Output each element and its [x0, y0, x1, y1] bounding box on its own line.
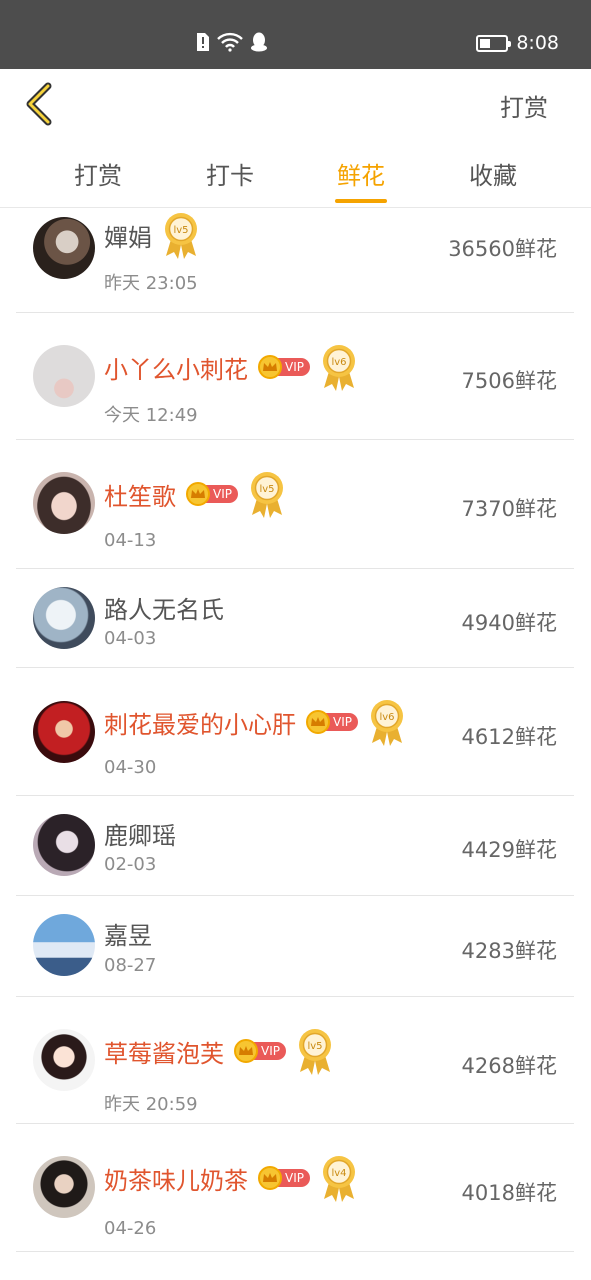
- status-bar: 8:08: [0, 0, 591, 69]
- flower-count: 7506鲜花: [461, 369, 557, 393]
- list-item[interactable]: 奶茶味儿奶茶 VIP lv4 04-26 4018鲜花: [16, 1124, 574, 1252]
- back-button[interactable]: [22, 81, 58, 127]
- level-medal-icon: lv4: [322, 1156, 355, 1202]
- time-text: 04-30: [104, 757, 157, 778]
- crown-icon: [234, 1039, 258, 1063]
- vip-badge: VIP: [258, 355, 310, 379]
- vip-badge: VIP: [234, 1039, 286, 1063]
- list-item[interactable]: 杜笙歌 VIP lv5 04-13 7370鲜花: [16, 440, 574, 569]
- time-text: 04-13: [104, 530, 157, 551]
- user-name: 刺花最爱的小心肝: [104, 710, 296, 739]
- avatar: [33, 345, 95, 407]
- tab-bar: 打赏 打卡 鲜花 收藏: [0, 141, 591, 208]
- user-name: 路人无名氏: [104, 596, 224, 624]
- time-text: 08-27: [104, 955, 157, 976]
- level-text: lv6: [379, 712, 394, 723]
- level-medal-icon: lv6: [322, 345, 355, 391]
- list-item[interactable]: 路人无名氏 04-03 4940鲜花: [16, 569, 574, 668]
- user-name: 奶茶味儿奶茶: [104, 1166, 248, 1195]
- level-text: lv6: [331, 357, 346, 368]
- level-text: lv5: [259, 484, 274, 495]
- avatar: [33, 217, 95, 279]
- wifi-icon: [217, 32, 243, 52]
- time-text: 今天 12:49: [104, 405, 198, 426]
- vip-badge: VIP: [306, 710, 358, 734]
- level-text: lv5: [173, 225, 188, 236]
- time-text: 昨天 23:05: [104, 273, 198, 294]
- avatar: [33, 587, 95, 649]
- level-medal-icon: lv6: [370, 700, 403, 746]
- flower-count: 4268鲜花: [461, 1054, 557, 1078]
- user-name: 小丫么小刺花: [104, 355, 248, 384]
- vip-badge: VIP: [186, 482, 238, 506]
- level-medal-icon: lv5: [250, 472, 283, 518]
- tab-checkin[interactable]: 打卡: [185, 156, 275, 191]
- qq-penguin-icon: [251, 32, 267, 52]
- time-text: 04-26: [104, 1218, 157, 1239]
- avatar: [33, 1156, 95, 1218]
- flower-count: 7370鲜花: [461, 497, 557, 521]
- list-item[interactable]: 鹿卿瑶 02-03 4429鲜花: [16, 796, 574, 896]
- reward-button[interactable]: 打赏: [500, 88, 548, 123]
- flower-count: 4018鲜花: [461, 1181, 557, 1205]
- nav-bar: 打赏: [0, 69, 591, 141]
- level-medal-icon: lv5: [165, 213, 197, 259]
- list-item[interactable]: 嬋娟 lv5 昨天 23:05 36560鲜花: [16, 202, 574, 313]
- crown-icon: [258, 355, 282, 379]
- status-right: 8:08: [476, 32, 559, 54]
- crown-icon: [306, 710, 330, 734]
- chevron-left-icon: [26, 82, 52, 126]
- avatar: [33, 814, 95, 876]
- list-item[interactable]: 刺花最爱的小心肝 VIP lv6 04-30 4612鲜花: [16, 668, 574, 796]
- vip-badge: VIP: [258, 1166, 310, 1190]
- level-text: lv4: [331, 1168, 346, 1179]
- tab-reward[interactable]: 打赏: [53, 156, 143, 191]
- user-name: 嘉昱: [104, 922, 152, 950]
- level-text: lv5: [307, 1041, 322, 1052]
- flower-count: 4283鲜花: [461, 939, 557, 963]
- avatar: [33, 472, 95, 534]
- user-name: 嬋娟: [104, 223, 152, 252]
- user-name: 草莓酱泡芙: [104, 1039, 224, 1068]
- battery-icon: [476, 34, 512, 52]
- tab-flowers[interactable]: 鲜花: [316, 156, 406, 191]
- flower-count: 4940鲜花: [461, 611, 557, 635]
- status-time: 8:08: [516, 32, 559, 54]
- time-text: 昨天 20:59: [104, 1094, 198, 1115]
- crown-icon: [186, 482, 210, 506]
- avatar: [33, 1029, 95, 1091]
- level-medal-icon: lv5: [298, 1029, 331, 1075]
- user-name: 鹿卿瑶: [104, 822, 176, 850]
- status-icons: [196, 32, 268, 52]
- crown-icon: [258, 1166, 282, 1190]
- avatar: [33, 701, 95, 763]
- avatar: [33, 914, 95, 976]
- sim-alert-icon: [197, 33, 209, 51]
- flower-count: 4612鲜花: [461, 725, 557, 749]
- time-text: 02-03: [104, 854, 157, 875]
- flower-count: 4429鲜花: [461, 838, 557, 862]
- list-item[interactable]: 小丫么小刺花 VIP lv6 今天 12:49 7506鲜花: [16, 313, 574, 440]
- time-text: 04-03: [104, 628, 157, 649]
- list-item[interactable]: 嘉昱 08-27 4283鲜花: [16, 896, 574, 997]
- flower-count: 36560鲜花: [448, 237, 557, 261]
- tab-favorites[interactable]: 收藏: [448, 156, 538, 191]
- list-item[interactable]: 草莓酱泡芙 VIP lv5 昨天 20:59 4268鲜花: [16, 997, 574, 1124]
- user-name: 杜笙歌: [104, 482, 176, 511]
